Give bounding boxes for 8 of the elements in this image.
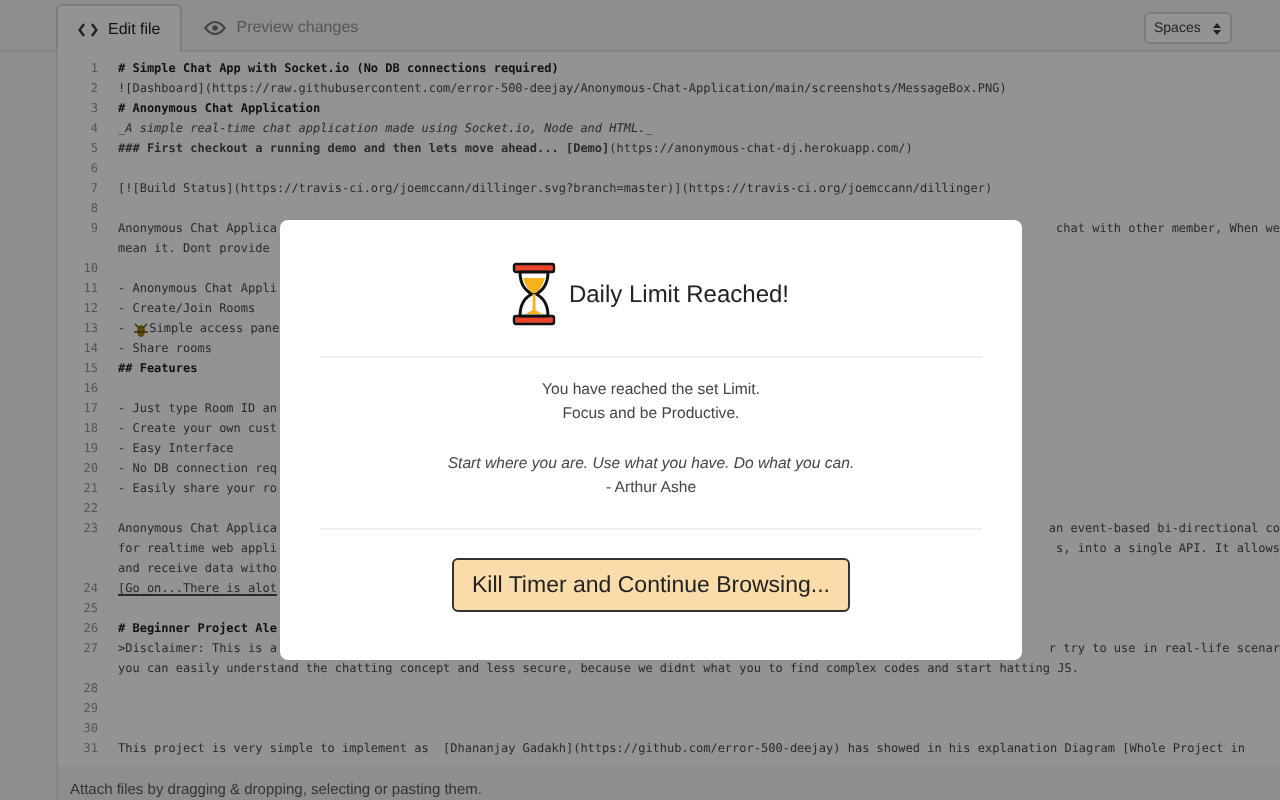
code-icon [78, 21, 98, 37]
eye-icon [204, 19, 227, 35]
bug-icon [133, 322, 148, 338]
updown-caret-icon [1212, 21, 1222, 35]
hourglass-icon [512, 262, 557, 326]
kill-timer-button[interactable]: Kill Timer and Continue Browsing... [452, 558, 850, 612]
tab[interactable]: Edit file [56, 4, 183, 52]
dialog-title: Daily Limit Reached! [568, 280, 790, 308]
